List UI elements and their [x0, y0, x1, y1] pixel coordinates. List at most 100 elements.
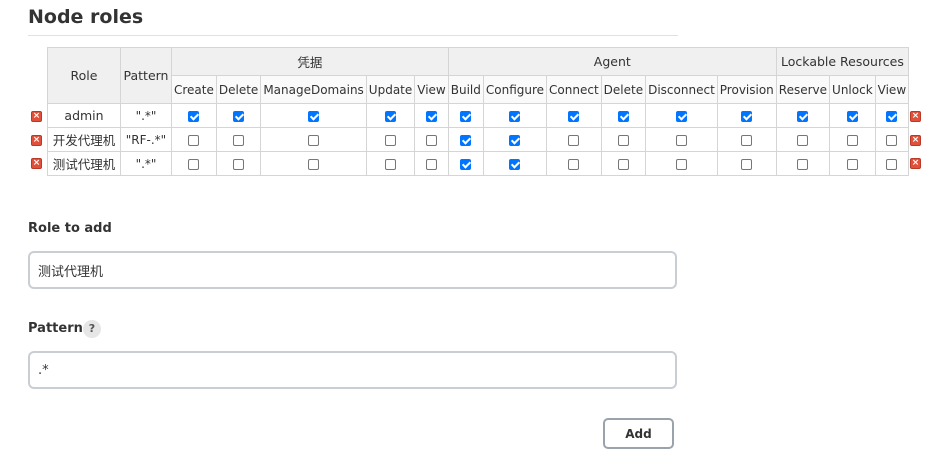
permission-checkbox-configure[interactable] [509, 110, 521, 122]
role-row: 开发代理机 "RF-.*" [47, 127, 910, 152]
permission-checkbox-delete[interactable] [617, 158, 629, 170]
role-to-add-input[interactable] [28, 251, 677, 289]
permission-checkbox-reserve[interactable] [797, 134, 809, 146]
pattern-label: Pattern [28, 321, 83, 336]
pattern-column-header: Pattern [120, 47, 172, 104]
delete-role-left-icon[interactable]: × [31, 111, 42, 122]
permission-cell [447, 103, 484, 128]
permission-cell [645, 103, 718, 128]
permission-cell [775, 127, 831, 152]
delete-role-right-icon[interactable]: × [910, 135, 921, 146]
group-header-lockable-resources: Lockable Resources [775, 47, 910, 76]
permission-checkbox-create[interactable] [188, 134, 200, 146]
permission-checkbox-provision[interactable] [741, 158, 753, 170]
permission-checkbox-managedomains[interactable] [308, 110, 320, 122]
delete-role-left-icon[interactable]: × [31, 135, 42, 146]
permission-cell [775, 151, 831, 176]
perm-header-credentials-view: View [414, 75, 449, 104]
permission-cell [447, 127, 484, 152]
permission-cell [365, 151, 416, 176]
permission-checkbox-connect[interactable] [568, 134, 580, 146]
role-row: 测试代理机 ".*" [47, 151, 910, 176]
role-name: 开发代理机 [47, 127, 121, 152]
permission-checkbox-configure[interactable] [509, 158, 521, 170]
permission-checkbox-managedomains[interactable] [308, 158, 320, 170]
perm-header-credentials-create: Create [171, 75, 217, 104]
permission-checkbox-update[interactable] [385, 110, 397, 122]
permission-checkbox-configure[interactable] [509, 134, 521, 146]
permission-checkbox-unlock[interactable] [846, 110, 858, 122]
permission-checkbox-view[interactable] [426, 158, 437, 170]
perm-header-credentials-managedomains: ManageDomains [260, 75, 367, 104]
permission-checkbox-disconnect[interactable] [675, 134, 687, 146]
permission-checkbox-disconnect[interactable] [675, 110, 687, 122]
permission-cell [414, 103, 449, 128]
permission-checkbox-connect[interactable] [568, 158, 580, 170]
group-header-credentials: 凭据 [171, 47, 449, 76]
add-button[interactable]: Add [603, 418, 674, 449]
permission-cell [260, 103, 367, 128]
permission-checkbox-unlock[interactable] [846, 134, 858, 146]
permission-cell [482, 151, 548, 176]
permission-cell [874, 151, 910, 176]
delete-role-left-icon[interactable]: × [31, 158, 42, 169]
help-icon[interactable]: ? [83, 320, 101, 338]
permission-cell [600, 103, 647, 128]
permission-cell [546, 127, 602, 152]
permission-cell [414, 151, 449, 176]
permission-cell [171, 103, 217, 128]
permission-checkbox-delete[interactable] [233, 158, 245, 170]
group-header-agent: Agent [447, 47, 777, 76]
permission-checkbox-update[interactable] [385, 134, 397, 146]
perm-header-lockable-reserve: Reserve [775, 75, 831, 104]
page-title: Node roles [28, 6, 144, 28]
delete-role-right-icon[interactable]: × [910, 111, 921, 122]
role-row: admin ".*" [47, 103, 910, 128]
permission-checkbox-update[interactable] [385, 158, 397, 170]
permission-checkbox-connect[interactable] [568, 110, 580, 122]
title-divider [28, 35, 678, 36]
permission-checkbox-provision[interactable] [741, 134, 753, 146]
permission-cell [600, 127, 647, 152]
perm-header-credentials-update: Update [365, 75, 416, 104]
permission-cell [447, 151, 484, 176]
permission-cell [365, 127, 416, 152]
permission-checkbox-unlock[interactable] [846, 158, 858, 170]
perm-header-agent-delete: Delete [600, 75, 647, 104]
perm-header-lockable-view: View [874, 75, 910, 104]
permission-checkbox-build[interactable] [460, 158, 472, 170]
permission-cell [829, 103, 876, 128]
perm-header-lockable-unlock: Unlock [829, 75, 876, 104]
permission-checkbox-managedomains[interactable] [308, 134, 320, 146]
permission-checkbox-create[interactable] [188, 158, 200, 170]
role-pattern: ".*" [120, 103, 172, 128]
permission-cell [874, 127, 910, 152]
permission-checkbox-view[interactable] [426, 110, 437, 122]
permission-checkbox-build[interactable] [460, 134, 472, 146]
permission-checkbox-view[interactable] [886, 158, 898, 170]
permission-cell [215, 103, 262, 128]
delete-role-right-icon[interactable]: × [910, 158, 921, 169]
permission-cell [482, 103, 548, 128]
permission-checkbox-delete[interactable] [233, 134, 245, 146]
permission-cell [600, 151, 647, 176]
permission-checkbox-create[interactable] [188, 110, 200, 122]
permission-checkbox-delete[interactable] [233, 110, 245, 122]
perm-header-credentials-delete: Delete [215, 75, 262, 104]
perm-header-agent-disconnect: Disconnect [645, 75, 718, 104]
role-pattern: "RF-.*" [120, 127, 172, 152]
permission-cell [829, 151, 876, 176]
permission-checkbox-delete[interactable] [617, 134, 629, 146]
permission-checkbox-build[interactable] [460, 110, 472, 122]
permission-checkbox-provision[interactable] [741, 110, 753, 122]
permission-checkbox-delete[interactable] [617, 110, 629, 122]
permission-checkbox-view[interactable] [426, 134, 437, 146]
pattern-input[interactable] [28, 351, 677, 389]
permission-checkbox-disconnect[interactable] [675, 158, 687, 170]
permission-checkbox-reserve[interactable] [797, 110, 809, 122]
permission-checkbox-view[interactable] [886, 110, 898, 122]
role-name: admin [47, 103, 121, 128]
permission-checkbox-view[interactable] [886, 134, 898, 146]
permission-checkbox-reserve[interactable] [797, 158, 809, 170]
role-name: 测试代理机 [47, 151, 121, 176]
